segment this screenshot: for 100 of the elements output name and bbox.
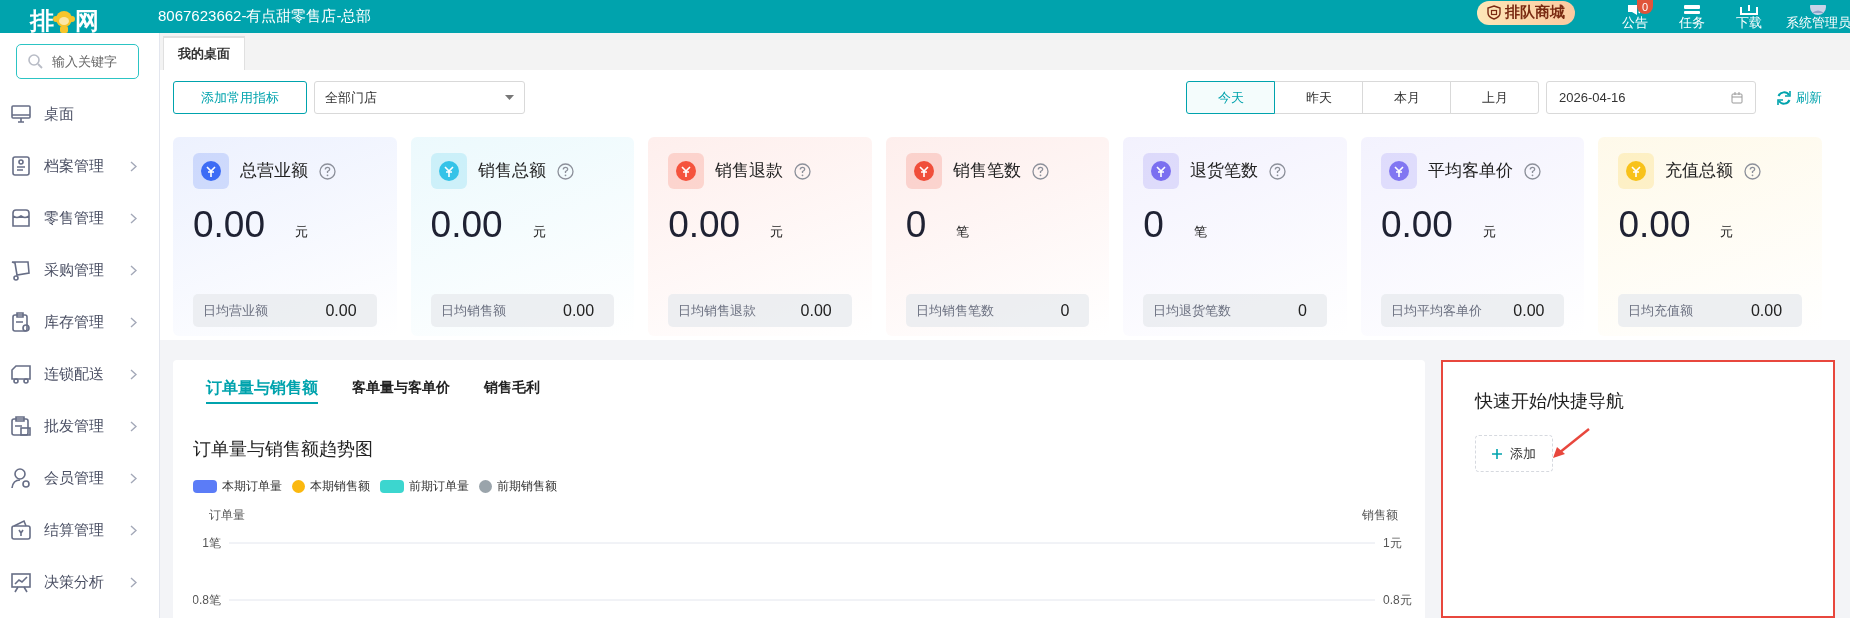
search-icon xyxy=(28,54,43,69)
add-button[interactable]: 添加 xyxy=(1475,435,1553,472)
sidebar-item[interactable]: 采购管理 xyxy=(0,244,159,296)
daily-average-value: 0.00 xyxy=(1513,300,1545,321)
daily-average-label: 日均销售笔数 xyxy=(915,301,995,320)
period-tab[interactable]: 昨天 xyxy=(1274,81,1363,114)
stat-icon xyxy=(905,153,942,189)
help-icon[interactable] xyxy=(1031,162,1049,180)
daily-average-label: 日均平均客单价 xyxy=(1390,301,1483,320)
clipboard-icon xyxy=(10,415,32,437)
arrow-annotation-icon xyxy=(1551,427,1591,459)
daily-average-label: 日均销售额 xyxy=(440,301,507,320)
refresh-icon xyxy=(1776,89,1792,106)
stat-value: 0.00 xyxy=(1618,203,1691,247)
task-icon xyxy=(1683,5,1701,15)
stat-title: 销售退款 xyxy=(715,160,784,183)
legend-label: 本期订单量 xyxy=(222,478,282,495)
daily-average-value: 0.00 xyxy=(1750,300,1783,321)
search-field[interactable]: 输入关键字 xyxy=(16,44,139,79)
daily-average-label: 日均营业额 xyxy=(203,301,269,320)
y-axis-title: 销售额 xyxy=(1362,508,1398,522)
stat-icon xyxy=(668,153,705,189)
daily-average-label: 日均退货笔数 xyxy=(1153,301,1233,320)
mall-button[interactable]: 排队商城 xyxy=(1477,0,1575,25)
calendar-icon xyxy=(1731,91,1743,104)
legend-label: 前期销售额 xyxy=(497,478,557,495)
daily-average-value: 0 xyxy=(1060,300,1070,321)
store-icon xyxy=(10,207,32,229)
store-title: 8067623662-有点甜零售店-总部 xyxy=(158,6,372,27)
logo-text: 排 xyxy=(30,9,54,33)
daily-average-value: 0.00 xyxy=(563,300,595,321)
help-icon[interactable] xyxy=(1269,162,1287,180)
help-icon[interactable] xyxy=(1744,162,1762,180)
daily-average-label: 日均销售退款 xyxy=(678,301,758,320)
stat-value: 0.00 xyxy=(668,203,741,247)
y-axis-label: 1元 xyxy=(1383,536,1402,550)
stat-title: 平均客单价 xyxy=(1427,160,1513,183)
stat-icon xyxy=(430,153,467,189)
help-icon[interactable] xyxy=(1523,162,1541,180)
wallet-icon xyxy=(10,519,32,541)
sidebar-item[interactable]: 结算管理 xyxy=(0,504,159,556)
logo-text: 网 xyxy=(75,9,100,33)
stat-title: 总营业额 xyxy=(240,160,308,183)
clipboard-icon xyxy=(10,311,32,333)
stat-unit: 元 xyxy=(295,222,308,241)
stat-value: 0.00 xyxy=(430,203,503,247)
stat-value: 0 xyxy=(1143,203,1164,247)
date-field[interactable]: 2026-04-16 xyxy=(1546,81,1756,114)
stat-unit: 笔 xyxy=(1193,222,1207,241)
page-tab[interactable]: 我的桌面 xyxy=(163,36,245,70)
panel-title: 快速开始/快捷导航 xyxy=(1475,390,1625,413)
daily-average-value: 0 xyxy=(1298,300,1307,321)
plus-icon xyxy=(1492,448,1502,459)
daily-average-value: 0.00 xyxy=(325,300,357,321)
help-icon[interactable] xyxy=(794,162,812,180)
sidebar-item[interactable]: 档案管理 xyxy=(0,140,159,192)
sidebar-item[interactable]: 连锁配送 xyxy=(0,348,159,400)
stat-icon xyxy=(1143,153,1180,189)
stat-icon xyxy=(193,153,229,189)
daily-average-label: 日均充值额 xyxy=(1628,301,1695,320)
period-tab[interactable]: 本月 xyxy=(1362,81,1451,114)
notification-badge: 0 xyxy=(1637,0,1653,14)
stat-unit: 笔 xyxy=(956,222,970,241)
y-axis-label: 0.8笔 xyxy=(193,593,221,607)
monitor-icon xyxy=(10,103,32,125)
stat-title: 充值总额 xyxy=(1665,160,1734,183)
truck-icon xyxy=(10,363,32,385)
daily-average-value: 0.00 xyxy=(800,300,832,321)
sidebar-item[interactable]: 零售管理 xyxy=(0,192,159,244)
sidebar-item[interactable]: 批发管理 xyxy=(0,400,159,452)
chart-tab[interactable]: 客单量与客单价 xyxy=(352,373,450,404)
y-axis-label: 0.8元 xyxy=(1383,593,1412,607)
cart-icon xyxy=(10,259,32,281)
stat-value: 0 xyxy=(905,203,927,247)
sidebar-item[interactable]: 库存管理 xyxy=(0,296,159,348)
stat-value: 0.00 xyxy=(1380,203,1453,247)
stat-unit: 元 xyxy=(1482,222,1496,241)
stat-value: 0.00 xyxy=(193,203,265,247)
stat-title: 销售总额 xyxy=(477,160,546,183)
help-icon[interactable] xyxy=(319,162,336,180)
download-icon xyxy=(1740,5,1758,15)
document-icon xyxy=(10,155,32,177)
y-axis-label: 1笔 xyxy=(202,536,221,550)
avatar-icon xyxy=(1808,5,1828,15)
header-tool-button[interactable]: 公告 0 xyxy=(1615,0,1655,33)
legend-label: 本期销售额 xyxy=(310,478,370,495)
y-axis-title: 订单量 xyxy=(209,508,245,522)
sidebar-item[interactable]: 桌面 xyxy=(0,88,159,140)
stat-unit: 元 xyxy=(532,222,546,241)
help-icon[interactable] xyxy=(556,162,574,180)
sidebar-item[interactable]: 决策分析 xyxy=(0,556,159,608)
stat-icon xyxy=(1380,153,1417,189)
period-tab[interactable]: 上月 xyxy=(1450,81,1539,114)
stat-unit: 元 xyxy=(770,222,784,241)
chart-tab[interactable]: 销售毛利 xyxy=(484,373,540,404)
stat-unit: 元 xyxy=(1720,222,1734,241)
legend-label: 前期订单量 xyxy=(409,478,469,495)
store-select[interactable]: 全部门店 xyxy=(314,81,525,114)
chart-icon xyxy=(10,571,32,593)
sidebar-item[interactable]: 会员管理 xyxy=(0,452,159,504)
